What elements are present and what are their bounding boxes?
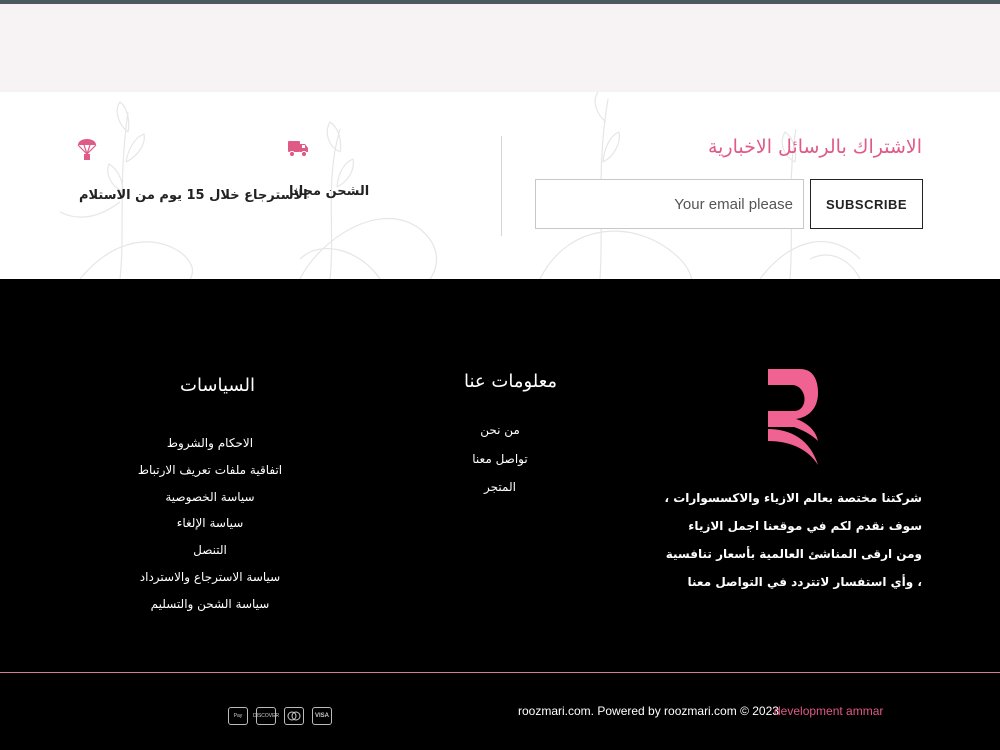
brand-logo xyxy=(768,369,818,465)
footer-link-shipping[interactable]: سياسة الشحن والتسليم xyxy=(120,597,300,624)
apple-pay-icon: Pay xyxy=(228,707,248,725)
truck-icon xyxy=(288,141,308,158)
footer-link-disclaimer[interactable]: التنصل xyxy=(120,543,300,570)
policies-title: السياسات xyxy=(180,375,255,396)
subscribe-button[interactable]: SUBSCRIBE xyxy=(810,179,923,229)
footer-link-shop[interactable]: المتجر xyxy=(440,480,560,509)
mastercard-icon xyxy=(284,707,304,725)
about-text: شركتنا مختصة بعالم الازياء والاكسسوارات … xyxy=(664,491,922,589)
top-blank-strip xyxy=(0,4,1000,92)
footer-link-cancellation[interactable]: سياسة الإلغاء xyxy=(120,516,300,543)
about-us-title: معلومات عنا xyxy=(464,371,558,392)
feature-returns: الاسترجاع خلال 15 يوم من الاستلام xyxy=(79,188,308,203)
newsletter-email-input[interactable] xyxy=(535,179,804,229)
footer-link-terms[interactable]: الاحكام والشروط xyxy=(120,436,300,463)
parachute-icon xyxy=(77,139,97,160)
visa-icon: VISA xyxy=(312,707,332,725)
payment-icons: Pay DISCOVER VISA xyxy=(228,707,332,725)
footer-divider xyxy=(0,672,1000,673)
footer-link-about[interactable]: من نحن xyxy=(440,423,560,452)
footer-link-privacy[interactable]: سياسة الخصوصية xyxy=(120,490,300,517)
footer-link-contact[interactable]: تواصل معنا xyxy=(440,452,560,481)
newsletter-divider xyxy=(501,136,502,236)
newsletter-title: الاشتراك بالرسائل الاخبارية xyxy=(707,136,922,158)
site-footer: شركتنا مختصة بعالم الازياء والاكسسوارات … xyxy=(0,279,1000,750)
developer-credit-link[interactable]: development ammar xyxy=(774,704,883,718)
footer-link-refund[interactable]: سياسة الاسترجاع والاسترداد xyxy=(120,570,300,597)
footer-link-cookies[interactable]: اتفاقية ملفات تعريف الارتباط xyxy=(120,463,300,490)
discover-icon: DISCOVER xyxy=(253,707,279,725)
copyright-text: roozmari.com. Powered by roozmari.com © … xyxy=(518,704,779,718)
newsletter-band: الاشتراك بالرسائل الاخبارية SUBSCRIBE ال… xyxy=(0,92,1000,279)
about-us-links: من نحن تواصل معنا المتجر xyxy=(440,423,560,509)
policies-links: الاحكام والشروط اتفاقية ملفات تعريف الار… xyxy=(120,436,300,624)
